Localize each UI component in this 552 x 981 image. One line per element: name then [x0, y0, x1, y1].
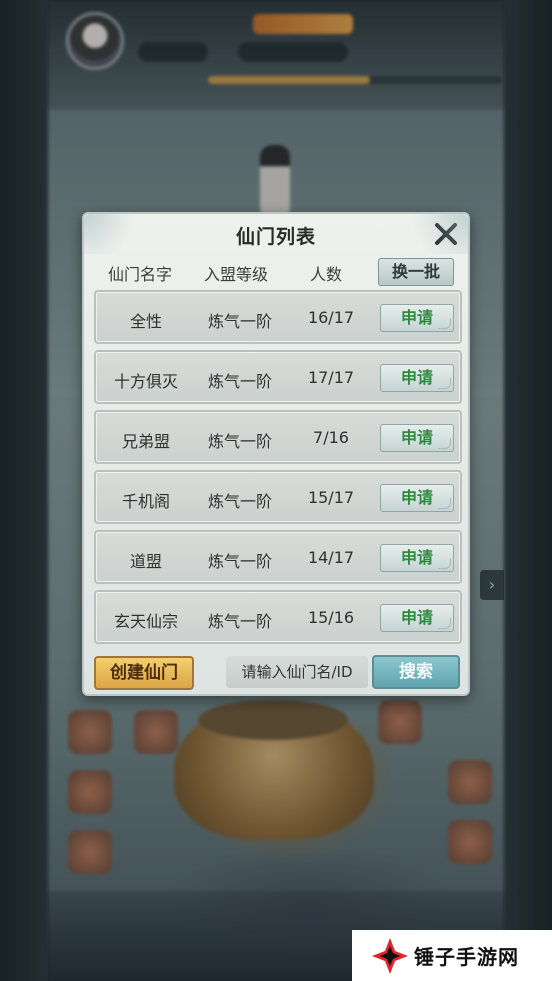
sect-count: 15/17 [307, 488, 355, 507]
sect-count: 7/16 [313, 428, 349, 447]
apply-button[interactable]: 申请 [380, 424, 454, 452]
close-icon[interactable] [432, 220, 460, 248]
sect-list-dialog: 仙门列表 仙门名字 入盟等级 人数 换一批 全性 炼气一阶 16/17 申请 十… [82, 212, 470, 696]
sect-count: 17/17 [307, 368, 355, 387]
dialog-title: 仙门列表 [235, 226, 316, 248]
apply-button[interactable]: 申请 [380, 544, 454, 572]
list-item: 千机阁 炼气一阶 15/17 申请 [94, 470, 462, 524]
refresh-button[interactable]: 换一批 [378, 258, 454, 286]
sect-count: 16/17 [307, 308, 355, 327]
sect-level: 炼气一阶 [207, 312, 272, 331]
sect-level: 炼气一阶 [207, 612, 272, 631]
apply-button[interactable]: 申请 [380, 364, 454, 392]
sect-count: 14/17 [307, 548, 355, 567]
apply-button[interactable]: 申请 [380, 604, 454, 632]
sect-level: 炼气一阶 [207, 552, 272, 571]
create-sect-button[interactable]: 创建仙门 [94, 656, 194, 690]
list-item: 十方俱灭 炼气一阶 17/17 申请 [94, 350, 462, 404]
sect-name: 全性 [129, 312, 162, 331]
sect-name: 十方俱灭 [113, 372, 178, 391]
sect-level: 炼气一阶 [207, 432, 272, 451]
sect-name: 千机阁 [121, 492, 170, 511]
list-item: 道盟 炼气一阶 14/17 申请 [94, 530, 462, 584]
sect-name: 玄天仙宗 [113, 612, 178, 631]
header-count: 人数 [310, 265, 343, 284]
watermark-text: 锤子手游网 [414, 945, 519, 969]
list-item: 玄天仙宗 炼气一阶 15/16 申请 [94, 590, 462, 644]
sect-name: 兄弟盟 [121, 432, 170, 451]
sect-level: 炼气一阶 [207, 492, 272, 511]
watermark-logo-icon [372, 937, 408, 974]
header-name: 仙门名字 [108, 265, 173, 284]
header-level: 入盟等级 [204, 265, 269, 284]
sect-name: 道盟 [129, 552, 162, 571]
list-item: 兄弟盟 炼气一阶 7/16 申请 [94, 410, 462, 464]
apply-button[interactable]: 申请 [380, 304, 454, 332]
apply-button[interactable]: 申请 [380, 484, 454, 512]
sect-level: 炼气一阶 [207, 372, 272, 391]
search-button[interactable]: 搜索 [372, 655, 460, 689]
watermark: 锤子手游网 [352, 930, 552, 981]
search-input[interactable] [226, 656, 368, 688]
sect-count: 15/16 [307, 608, 355, 627]
list-item: 全性 炼气一阶 16/17 申请 [94, 290, 462, 344]
